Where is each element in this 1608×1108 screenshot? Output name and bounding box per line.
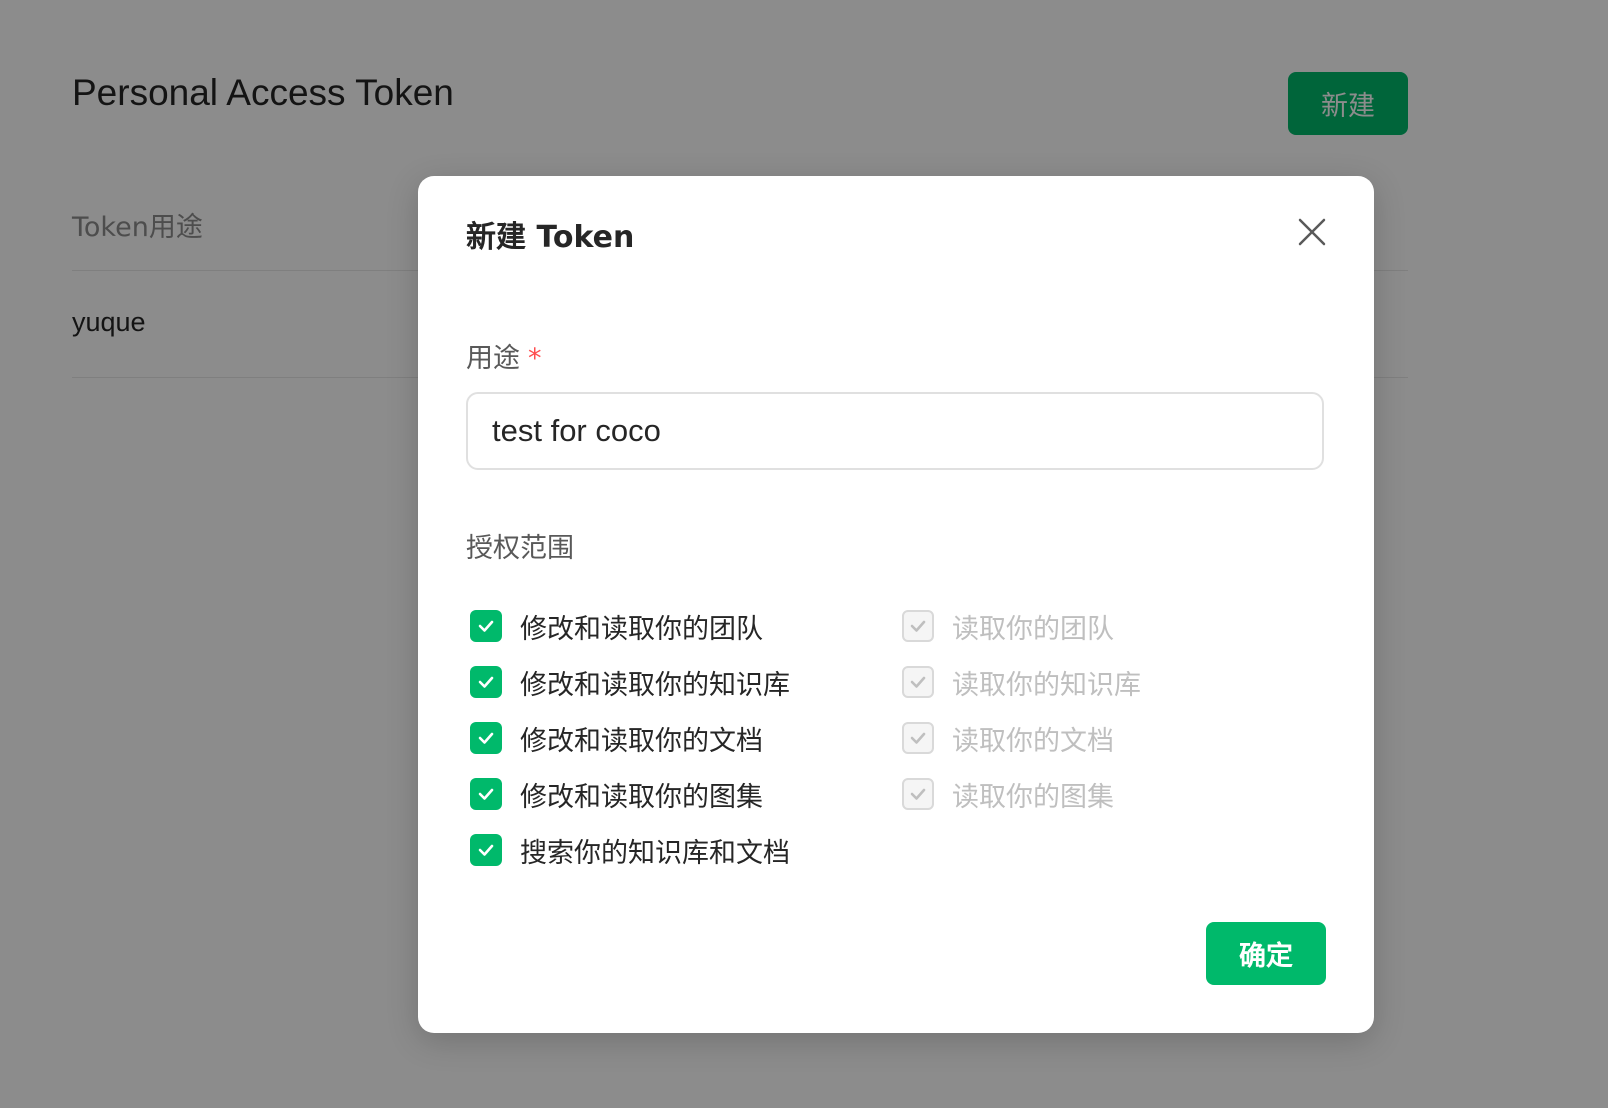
checkbox-team-read xyxy=(902,610,934,642)
scope-item-doc-write[interactable]: 修改和读取你的文档 xyxy=(470,718,763,758)
checkbox-team-write[interactable] xyxy=(470,610,502,642)
scope-label-doc-write: 修改和读取你的文档 xyxy=(520,725,763,757)
scope-label: 授权范围 xyxy=(466,533,574,564)
scope-label-search: 搜索你的知识库和文档 xyxy=(520,837,790,869)
scope-item-team-read: 读取你的团队 xyxy=(902,606,1114,646)
check-icon xyxy=(910,676,926,688)
confirm-button[interactable]: 确定 xyxy=(1206,922,1326,985)
check-icon xyxy=(910,620,926,632)
purpose-label: 用途 * xyxy=(466,336,542,375)
scope-item-repo-write[interactable]: 修改和读取你的知识库 xyxy=(470,662,790,702)
check-icon xyxy=(478,788,494,800)
scope-label-artboard-read: 读取你的图集 xyxy=(952,781,1114,813)
check-icon xyxy=(910,732,926,744)
check-icon xyxy=(910,788,926,800)
checkbox-artboard-write[interactable] xyxy=(470,778,502,810)
new-token-dialog: 新建 Token 用途 * 授权范围 修改和读取你的团队 修改和读取你的知识库 修… xyxy=(418,176,1374,1033)
scope-item-team-write[interactable]: 修改和读取你的团队 xyxy=(470,606,763,646)
checkbox-repo-write[interactable] xyxy=(470,666,502,698)
purpose-input[interactable] xyxy=(466,392,1324,470)
scope-label-team-write: 修改和读取你的团队 xyxy=(520,613,763,645)
scope-item-artboard-read: 读取你的图集 xyxy=(902,774,1114,814)
scope-label-repo-write: 修改和读取你的知识库 xyxy=(520,669,790,701)
check-icon xyxy=(478,620,494,632)
purpose-label-text: 用途 xyxy=(466,343,520,374)
scope-label-team-read: 读取你的团队 xyxy=(952,613,1114,645)
checkbox-doc-write[interactable] xyxy=(470,722,502,754)
check-icon xyxy=(478,732,494,744)
required-mark: * xyxy=(528,343,542,374)
check-icon xyxy=(478,676,494,688)
scope-label-repo-read: 读取你的知识库 xyxy=(952,669,1141,701)
checkbox-artboard-read xyxy=(902,778,934,810)
scope-item-repo-read: 读取你的知识库 xyxy=(902,662,1141,702)
checkbox-repo-read xyxy=(902,666,934,698)
dialog-title: 新建 Token xyxy=(466,220,635,255)
scope-label-artboard-write: 修改和读取你的图集 xyxy=(520,781,763,813)
scope-item-artboard-write[interactable]: 修改和读取你的图集 xyxy=(470,774,763,814)
close-button[interactable] xyxy=(1292,212,1332,252)
checkbox-search[interactable] xyxy=(470,834,502,866)
scope-label-doc-read: 读取你的文档 xyxy=(952,725,1114,757)
close-icon xyxy=(1298,218,1326,246)
scope-item-search[interactable]: 搜索你的知识库和文档 xyxy=(470,830,790,870)
checkbox-doc-read xyxy=(902,722,934,754)
scope-item-doc-read: 读取你的文档 xyxy=(902,718,1114,758)
check-icon xyxy=(478,844,494,856)
